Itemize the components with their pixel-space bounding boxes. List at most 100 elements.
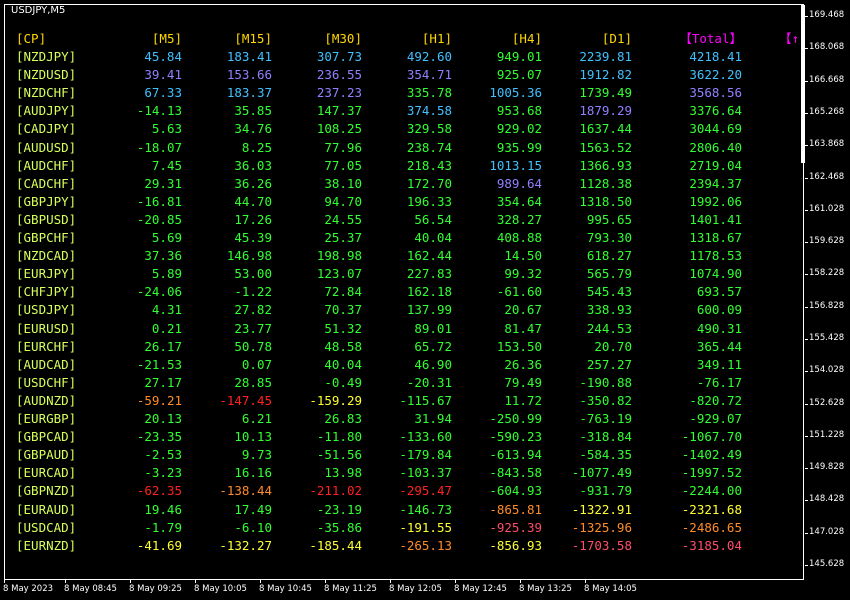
price-tick bbox=[805, 565, 808, 566]
pair-label: [NZDCHF] bbox=[16, 85, 77, 100]
table-cell: 37.36 bbox=[144, 248, 182, 263]
table-cell: 17.26 bbox=[234, 212, 272, 227]
table-cell: -1322.91 bbox=[571, 502, 632, 517]
table-cell: 218.43 bbox=[406, 158, 452, 173]
price-label: 165.268 bbox=[809, 107, 845, 117]
table-cell: 14.50 bbox=[504, 248, 542, 263]
table-cell: -21.53 bbox=[136, 357, 182, 372]
table-cell: -1067.70 bbox=[681, 429, 742, 444]
pair-label: [CADJPY] bbox=[16, 121, 77, 136]
table-cell: 2394.37 bbox=[689, 176, 742, 191]
table-cell: 1005.36 bbox=[489, 85, 542, 100]
table-cell: 34.76 bbox=[234, 121, 272, 136]
table-cell: 238.74 bbox=[406, 140, 452, 155]
table-cell: -61.60 bbox=[496, 284, 542, 299]
table-cell: 183.41 bbox=[226, 49, 272, 64]
table-cell: 335.78 bbox=[406, 85, 452, 100]
table-cell: 48.58 bbox=[324, 339, 362, 354]
table-cell: -190.88 bbox=[579, 375, 632, 390]
table-cell: 137.99 bbox=[406, 302, 452, 317]
price-label: 159.628 bbox=[809, 236, 845, 246]
table-cell: 236.55 bbox=[316, 67, 362, 82]
table-cell: 53.00 bbox=[234, 266, 272, 281]
table-cell: -185.44 bbox=[309, 538, 362, 553]
pair-label: [AUDCAD] bbox=[16, 357, 77, 372]
table-cell: 35.85 bbox=[234, 103, 272, 118]
table-cell: -103.37 bbox=[399, 465, 452, 480]
pair-label: [USDJPY] bbox=[16, 302, 77, 317]
table-cell: -20.31 bbox=[406, 375, 452, 390]
table-cell: 20.67 bbox=[504, 302, 542, 317]
price-label: 156.828 bbox=[809, 301, 845, 311]
table-cell: -584.35 bbox=[579, 447, 632, 462]
table-cell: -11.80 bbox=[316, 429, 362, 444]
table-cell: 2239.81 bbox=[579, 49, 632, 64]
table-cell: 56.54 bbox=[414, 212, 452, 227]
table-cell: 2806.40 bbox=[689, 140, 742, 155]
pair-label: [EURGBP] bbox=[16, 411, 77, 426]
table-cell: 3568.56 bbox=[689, 85, 742, 100]
table-cell: 44.70 bbox=[234, 194, 272, 209]
table-cell: -350.82 bbox=[579, 393, 632, 408]
table-cell: 23.77 bbox=[234, 321, 272, 336]
table-cell: 925.07 bbox=[496, 67, 542, 82]
table-cell: -16.81 bbox=[136, 194, 182, 209]
price-tick bbox=[805, 145, 808, 146]
table-cell: -931.79 bbox=[579, 483, 632, 498]
pair-label: [EURJPY] bbox=[16, 266, 77, 281]
table-cell: 7.45 bbox=[151, 158, 182, 173]
table-cell: 1178.53 bbox=[689, 248, 742, 263]
table-cell: 10.13 bbox=[234, 429, 272, 444]
table-cell: -41.69 bbox=[136, 538, 182, 553]
price-label: 149.828 bbox=[809, 462, 845, 472]
table-cell: -604.93 bbox=[489, 483, 542, 498]
table-cell: 72.84 bbox=[324, 284, 362, 299]
table-cell: 16.16 bbox=[234, 465, 272, 480]
table-cell: 565.79 bbox=[586, 266, 632, 281]
table-cell: -295.47 bbox=[399, 483, 452, 498]
table-cell: 949.01 bbox=[496, 49, 542, 64]
column-header: [CP] bbox=[16, 31, 47, 46]
table-cell: 26.17 bbox=[144, 339, 182, 354]
table-cell: 40.04 bbox=[324, 357, 362, 372]
time-label: 8 May 12:05 bbox=[389, 584, 442, 594]
pair-label: [AUDUSD] bbox=[16, 140, 77, 155]
table-cell: 354.64 bbox=[496, 194, 542, 209]
table-cell: 693.57 bbox=[696, 284, 742, 299]
table-cell: 328.27 bbox=[496, 212, 542, 227]
price-label: 155.428 bbox=[809, 333, 845, 343]
table-cell: 11.72 bbox=[504, 393, 542, 408]
table-cell: 36.26 bbox=[234, 176, 272, 191]
table-cell: 1401.41 bbox=[689, 212, 742, 227]
table-cell: 1074.90 bbox=[689, 266, 742, 281]
table-cell: 600.09 bbox=[696, 302, 742, 317]
table-cell: 1318.50 bbox=[579, 194, 632, 209]
table-cell: -865.81 bbox=[489, 502, 542, 517]
pair-label: [GBPAUD] bbox=[16, 447, 77, 462]
pair-label: [EURAUD] bbox=[16, 502, 77, 517]
table-cell: 108.25 bbox=[316, 121, 362, 136]
time-tick bbox=[260, 580, 261, 583]
table-cell: -132.27 bbox=[219, 538, 272, 553]
table-cell: 77.96 bbox=[324, 140, 362, 155]
table-cell: -0.49 bbox=[324, 375, 362, 390]
table-cell: 1879.29 bbox=[579, 103, 632, 118]
pair-label: [NZDCAD] bbox=[16, 248, 77, 263]
vertical-scrollbar[interactable] bbox=[801, 5, 805, 163]
pair-label: [USDCAD] bbox=[16, 520, 77, 535]
price-label: 166.668 bbox=[809, 75, 845, 85]
table-cell: -20.85 bbox=[136, 212, 182, 227]
table-cell: -138.44 bbox=[219, 483, 272, 498]
price-tick bbox=[805, 404, 808, 405]
price-tick bbox=[805, 48, 808, 49]
table-cell: 374.58 bbox=[406, 103, 452, 118]
column-header: [M30] bbox=[324, 31, 362, 46]
table-cell: 27.82 bbox=[234, 302, 272, 317]
table-cell: 45.84 bbox=[144, 49, 182, 64]
price-label: 158.228 bbox=[809, 268, 845, 278]
table-cell: -115.67 bbox=[399, 393, 452, 408]
table-cell: -35.86 bbox=[316, 520, 362, 535]
time-tick bbox=[65, 580, 66, 583]
table-cell: -763.19 bbox=[579, 411, 632, 426]
table-cell: 354.71 bbox=[406, 67, 452, 82]
